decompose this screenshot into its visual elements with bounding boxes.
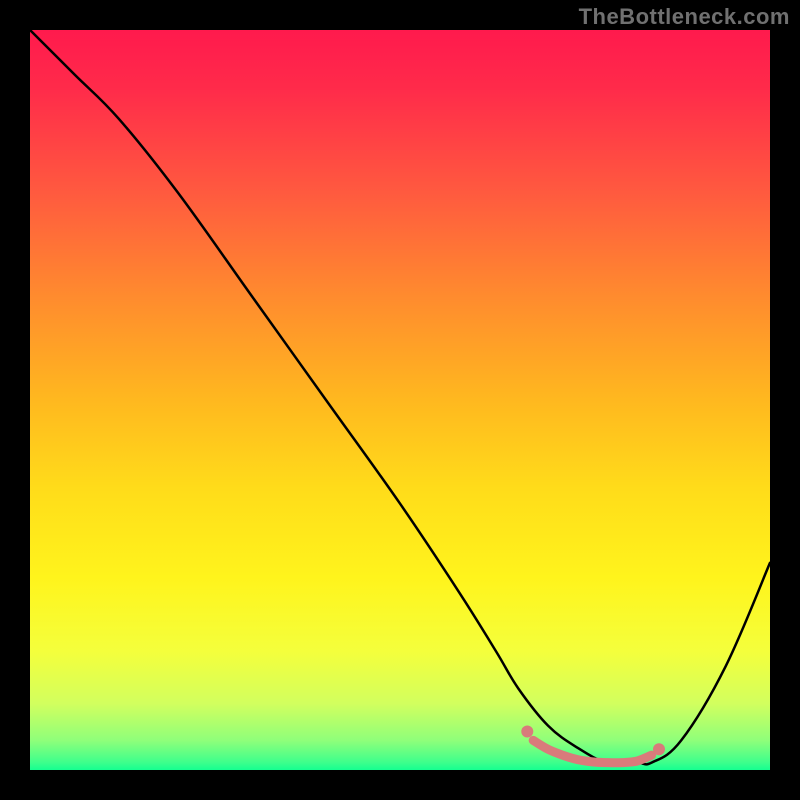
- highlight-segment: [533, 740, 651, 762]
- watermark-text: TheBottleneck.com: [579, 4, 790, 30]
- highlight-left-dot: [521, 726, 533, 738]
- main-curve: [30, 30, 770, 764]
- chart-frame: TheBottleneck.com: [0, 0, 800, 800]
- chart-svg: [30, 30, 770, 770]
- highlight-right-dot: [653, 743, 665, 755]
- plot-area: [30, 30, 770, 770]
